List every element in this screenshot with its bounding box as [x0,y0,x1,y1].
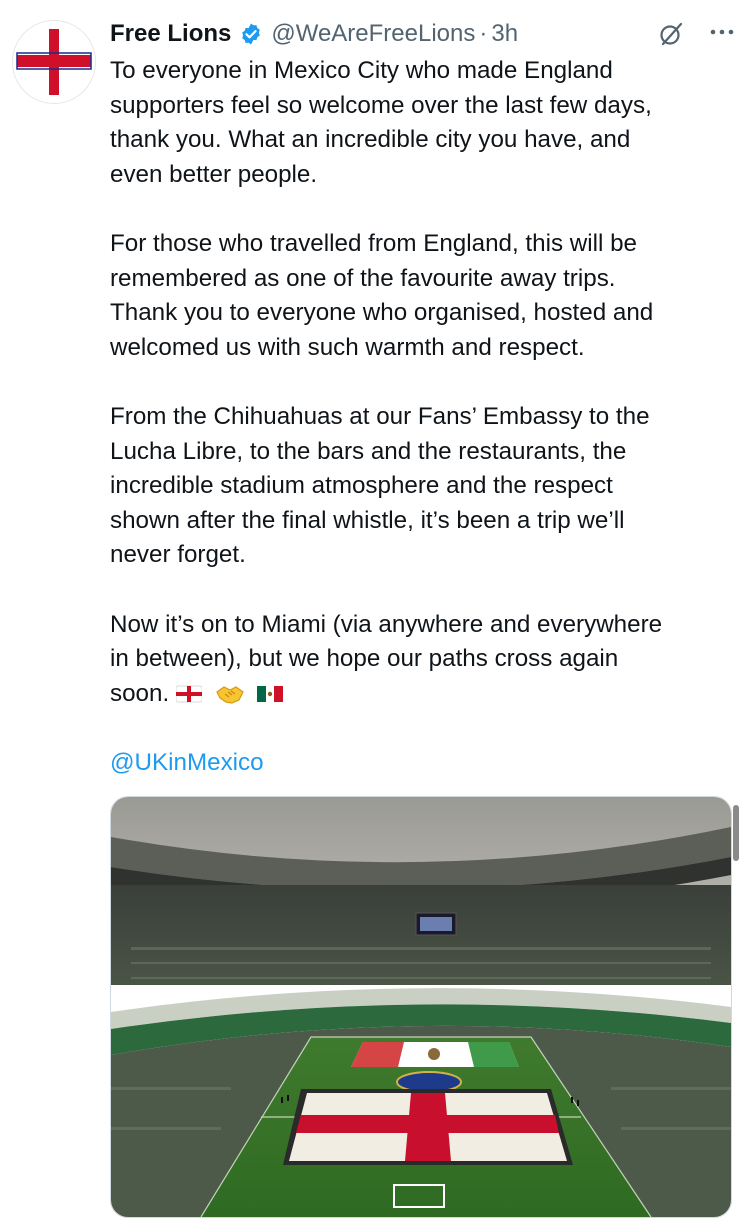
scrollbar[interactable] [733,805,739,861]
paragraph-3: From the Chihuahuas at our Fans’ Embassy… [110,402,650,569]
avatar[interactable] [12,20,96,104]
tweet-media-photo[interactable] [110,796,732,1218]
mention-link[interactable]: @UKinMexico [110,749,264,776]
display-name[interactable]: Free Lions [110,20,231,48]
stadium-photo [111,797,731,1217]
paragraph-1: To everyone in Mexico City who made Engl… [110,57,652,188]
timestamp[interactable]: 3h [491,20,518,48]
england-flag-emoji [175,685,202,703]
more-options-icon[interactable] [705,18,739,46]
mexico-flag-emoji [257,686,284,703]
verified-badge-icon [242,23,261,45]
paragraph-2: For those who travelled from England, th… [110,229,654,361]
free-lions-logo [13,21,95,103]
handshake-emoji [215,686,244,704]
paragraph-4: Now it’s on to Miami (via anywhere and e… [110,610,663,707]
grok-icon[interactable] [657,20,685,48]
user-handle[interactable]: @WeAreFreeLions [271,20,475,48]
mention-paragraph: @UKinMexico [110,746,730,781]
separator-dot: · [479,20,488,47]
tweet-text: To everyone in Mexico City who made Engl… [110,54,730,780]
tweet-header: Free Lions @WeAreFreeLions · 3h [110,18,725,50]
last-line: soon. [110,679,170,707]
